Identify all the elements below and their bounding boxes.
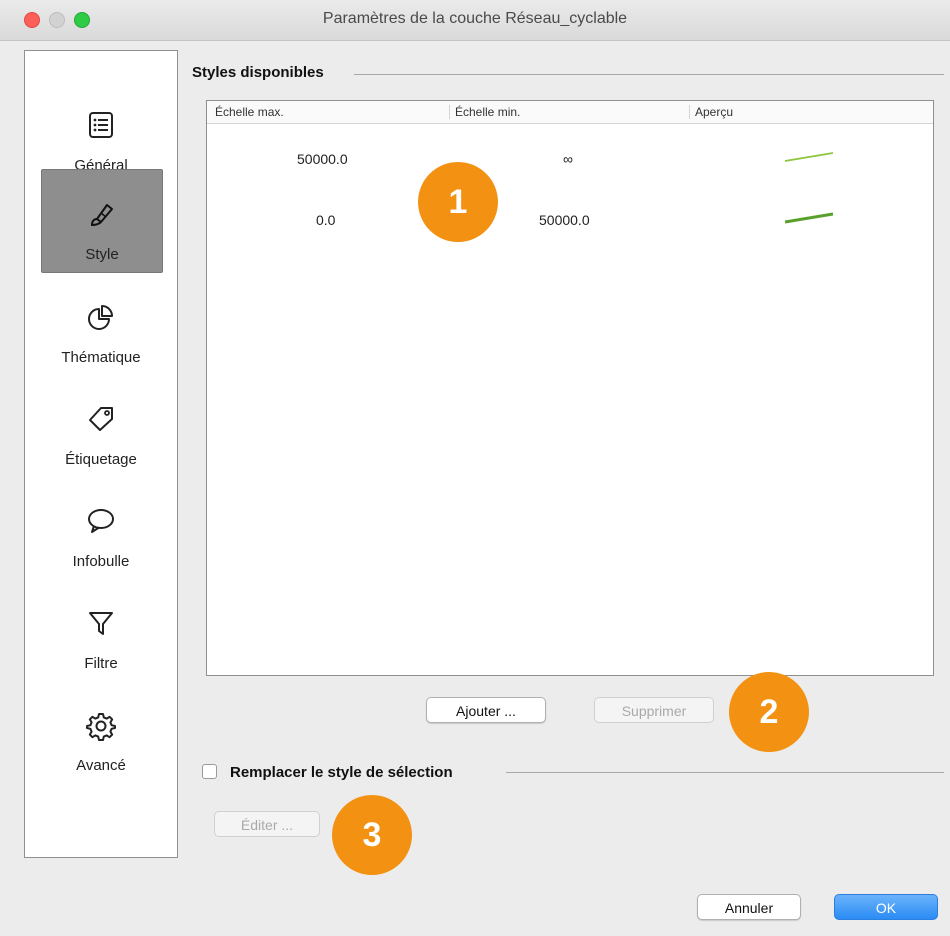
callout-2: 2 <box>729 672 809 752</box>
table-header: Échelle max. Échelle min. Aperçu <box>207 101 933 124</box>
sidebar-item-general[interactable]: Général <box>41 81 161 183</box>
callout-1: 1 <box>418 162 498 242</box>
column-header-max-scale[interactable]: Échelle max. <box>215 105 284 119</box>
replace-selection-style-label: Remplacer le style de sélection <box>230 764 453 781</box>
sidebar: Général Style Thématique Étiquetage Info… <box>24 50 178 858</box>
row-2-min-scale[interactable]: 50000.0 <box>539 212 590 228</box>
column-separator <box>449 105 450 119</box>
callout-3: 3 <box>332 795 412 875</box>
section-divider <box>506 772 944 773</box>
row-2-preview-line[interactable] <box>783 211 835 225</box>
row-1-max-scale[interactable]: 50000.0 <box>297 151 348 167</box>
pie-chart-icon <box>41 303 161 333</box>
column-header-min-scale[interactable]: Échelle min. <box>455 105 520 119</box>
replace-selection-style-checkbox[interactable] <box>202 764 217 779</box>
sidebar-item-label: Avancé <box>76 757 126 774</box>
gear-icon <box>41 711 161 741</box>
styles-table: Échelle max. Échelle min. Aperçu 50000.0… <box>206 100 934 676</box>
column-header-preview[interactable]: Aperçu <box>695 105 733 119</box>
sidebar-item-infobulle[interactable]: Infobulle <box>41 477 161 579</box>
speech-bubble-icon <box>41 507 161 537</box>
cancel-button[interactable]: Annuler <box>697 894 801 920</box>
window-titlebar: Paramètres de la couche Réseau_cyclable <box>0 0 950 41</box>
section-divider <box>354 74 944 75</box>
sidebar-item-label: Thématique <box>61 349 141 366</box>
sidebar-item-label: Infobulle <box>72 553 130 570</box>
sidebar-item-avance[interactable]: Avancé <box>41 681 161 783</box>
sidebar-item-label: Filtre <box>84 655 118 672</box>
row-1-preview-line[interactable] <box>783 151 835 163</box>
column-separator <box>689 105 690 119</box>
sidebar-item-filtre[interactable]: Filtre <box>41 579 161 681</box>
paintbrush-icon <box>42 200 162 230</box>
sidebar-item-label: Étiquetage <box>65 451 137 468</box>
sidebar-item-thematique[interactable]: Thématique <box>41 273 161 375</box>
sidebar-item-etiquetage[interactable]: Étiquetage <box>41 375 161 477</box>
row-1-min-scale[interactable]: ∞ <box>563 151 573 167</box>
add-style-button[interactable]: Ajouter ... <box>426 697 546 723</box>
sidebar-item-style[interactable]: Style <box>41 169 163 273</box>
edit-style-button[interactable]: Éditer ... <box>214 811 320 837</box>
styles-section-title: Styles disponibles <box>192 64 324 81</box>
sidebar-item-label: Style <box>85 246 119 263</box>
tag-icon <box>41 405 161 435</box>
row-2-max-scale[interactable]: 0.0 <box>316 212 335 228</box>
list-icon <box>41 111 161 141</box>
ok-button[interactable]: OK <box>834 894 938 920</box>
window-title: Paramètres de la couche Réseau_cyclable <box>322 10 628 27</box>
filter-icon <box>41 609 161 639</box>
delete-style-button[interactable]: Supprimer <box>594 697 714 723</box>
